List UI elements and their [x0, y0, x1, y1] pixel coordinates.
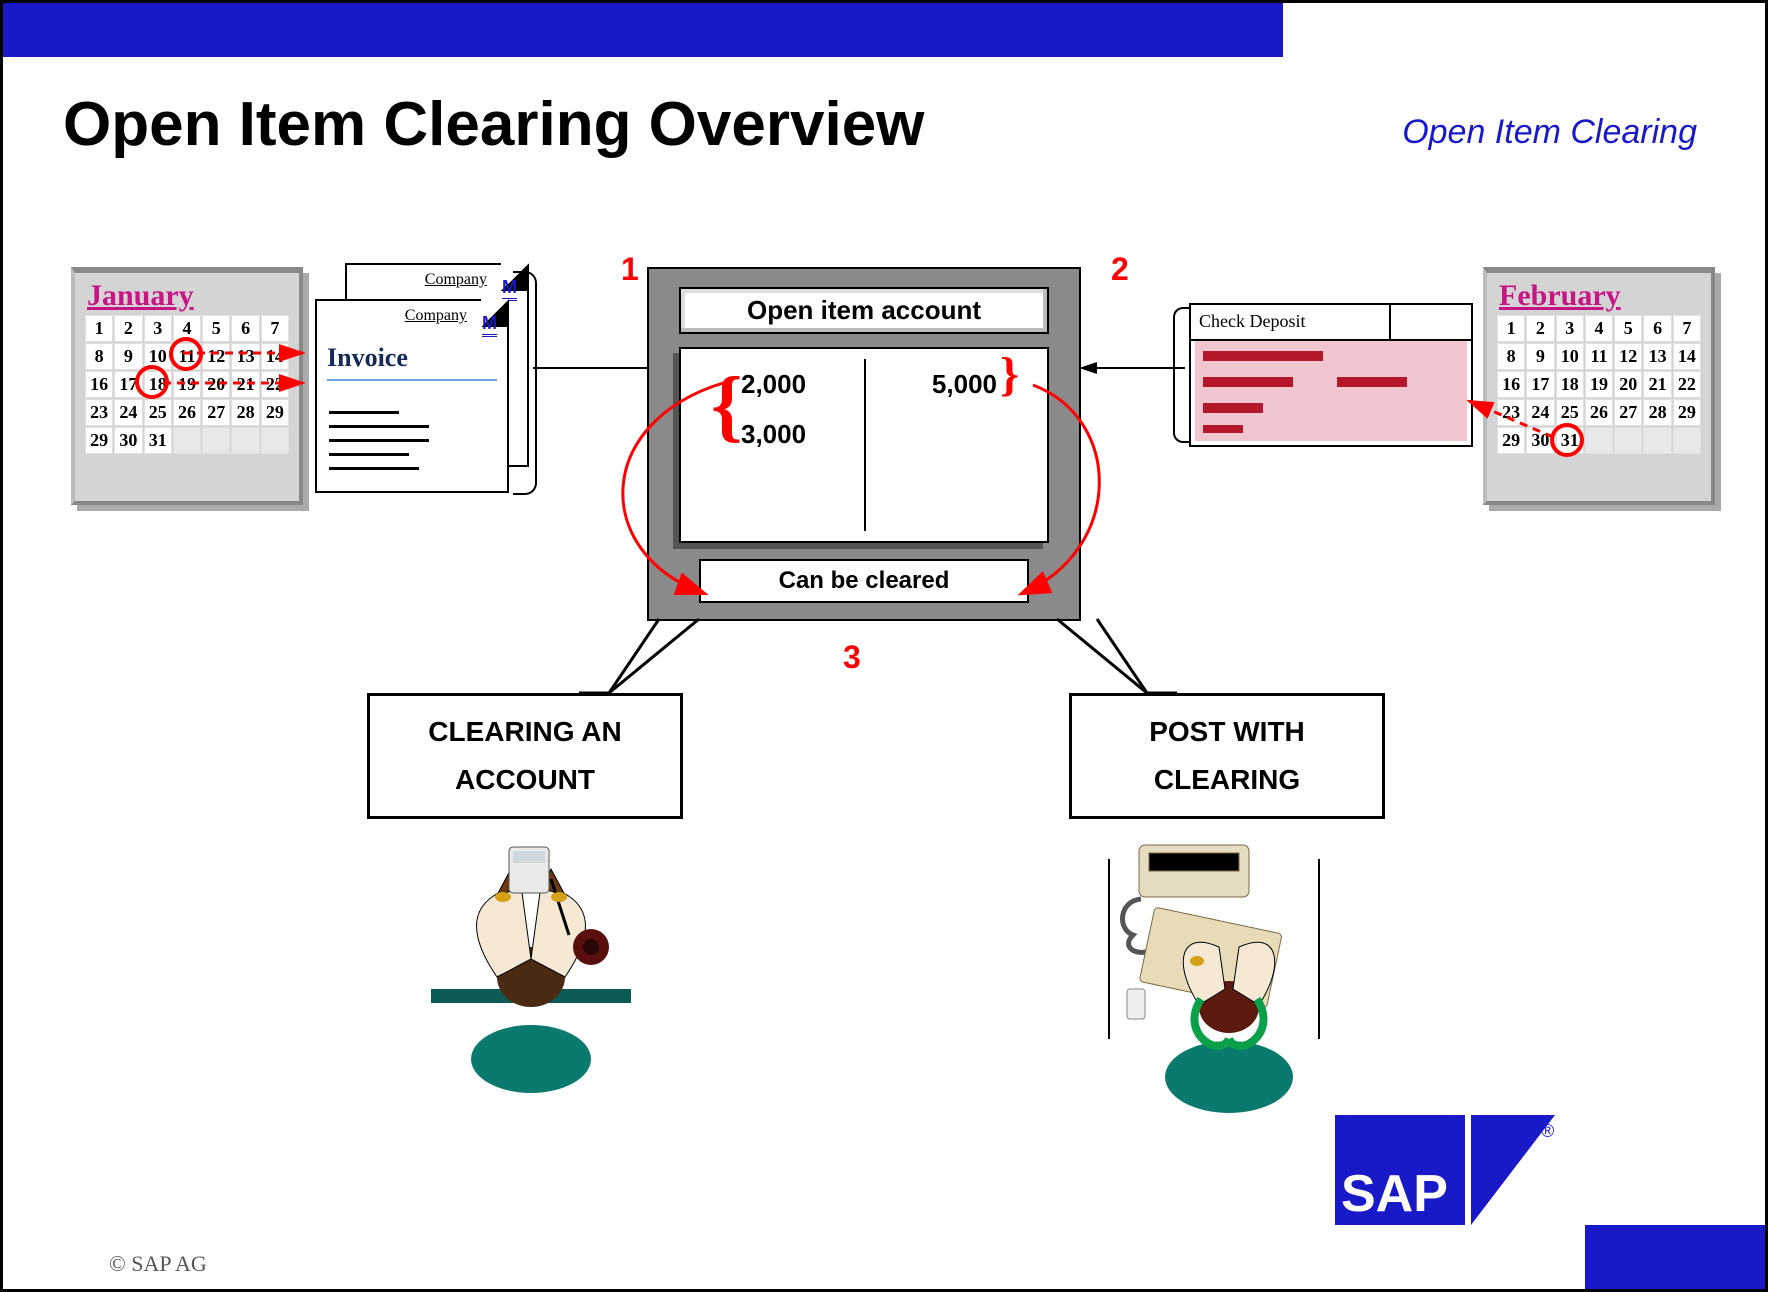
arrow-jan-to-invoice-1: [183, 343, 323, 373]
check-bracket: [1173, 307, 1189, 443]
clearing-box-right: POST WITH CLEARING: [1069, 693, 1385, 819]
calendar-february: February 1234567 891011121314 1617181920…: [1483, 267, 1715, 505]
svg-text:®: ®: [1541, 1121, 1554, 1141]
arrow-debit-to-clear: [603, 373, 883, 613]
sap-logo: SAP ®: [1335, 1115, 1555, 1225]
tail-left: [549, 617, 709, 697]
check-deposit-label: Check Deposit: [1191, 305, 1391, 339]
marker-1: 1: [621, 251, 639, 288]
page-title: Open Item Clearing Overview: [63, 89, 924, 160]
illustration-clerk-keyboard: [1069, 839, 1329, 1099]
tail-right: [1047, 617, 1207, 697]
month-label: January: [75, 273, 299, 315]
month-label-feb: February: [1487, 273, 1711, 315]
invoice-stack: Company M Company M Invoice: [315, 263, 525, 493]
illustration-clerk-calculator: [401, 839, 661, 1099]
invoice-bracket: [513, 271, 537, 495]
clearing-left-l2: ACCOUNT: [370, 756, 680, 804]
clearing-box-left: CLEARING AN ACCOUNT: [367, 693, 683, 819]
company-label-front: Company: [405, 307, 467, 325]
check-deposit: Check Deposit: [1189, 303, 1473, 447]
bottom-bar: [1585, 1225, 1765, 1289]
open-item-title: Open item account: [679, 287, 1049, 334]
marker-3: 3: [843, 639, 861, 676]
subtitle: Open Item Clearing: [1402, 113, 1697, 152]
marker-2: 2: [1111, 251, 1129, 288]
clearing-right-l1: POST WITH: [1072, 708, 1382, 756]
copyright: © SAP AG: [109, 1251, 207, 1277]
logo-m-front: M: [482, 313, 497, 337]
arrow-jan-to-invoice-2: [163, 373, 323, 403]
invoice-doc-front: Company M Invoice: [315, 299, 509, 493]
invoice-label: Invoice: [327, 343, 408, 373]
svg-text:SAP: SAP: [1341, 1165, 1448, 1223]
clearing-right-l2: CLEARING: [1072, 756, 1382, 804]
company-label-back: Company: [425, 271, 487, 289]
arrow-feb-to-check: [1463, 393, 1563, 453]
top-bar: [3, 3, 1283, 57]
clearing-left-l1: CLEARING AN: [370, 708, 680, 756]
credit-1: 5,000: [932, 369, 997, 400]
